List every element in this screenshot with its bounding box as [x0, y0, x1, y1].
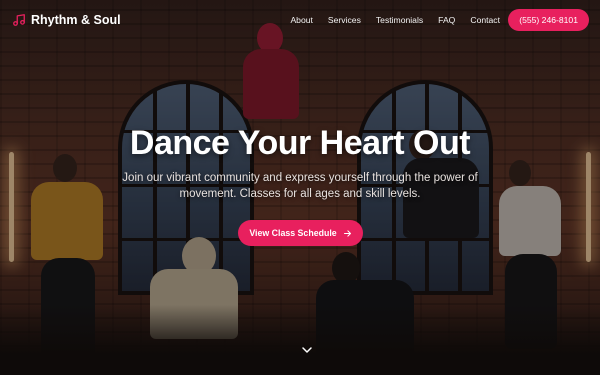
top-navigation: Rhythm & Soul About Services Testimonial…	[0, 0, 600, 40]
nav-link-testimonials[interactable]: Testimonials	[376, 15, 423, 25]
phone-button[interactable]: (555) 246-8101	[508, 9, 589, 31]
cta-label: View Class Schedule	[249, 228, 337, 238]
nav-link-contact[interactable]: Contact	[470, 15, 500, 25]
hero-subtitle: Join our vibrant community and express y…	[122, 172, 478, 200]
nav-link-services[interactable]: Services	[328, 15, 361, 25]
brand-logo[interactable]: Rhythm & Soul	[12, 13, 121, 27]
hero-section: Dance Your Heart Out Join our vibrant co…	[0, 124, 600, 202]
arrow-right-icon	[343, 229, 351, 237]
nav-link-faq[interactable]: FAQ	[438, 15, 455, 25]
nav-link-about[interactable]: About	[290, 15, 312, 25]
music-note-icon	[13, 14, 25, 26]
nav-links: About Services Testimonials FAQ Contact	[290, 0, 500, 40]
chevron-down-icon[interactable]	[301, 345, 313, 355]
brand-name: Rhythm & Soul	[31, 13, 121, 27]
view-class-schedule-button[interactable]: View Class Schedule	[238, 220, 363, 246]
hero-title: Dance Your Heart Out	[129, 124, 471, 162]
